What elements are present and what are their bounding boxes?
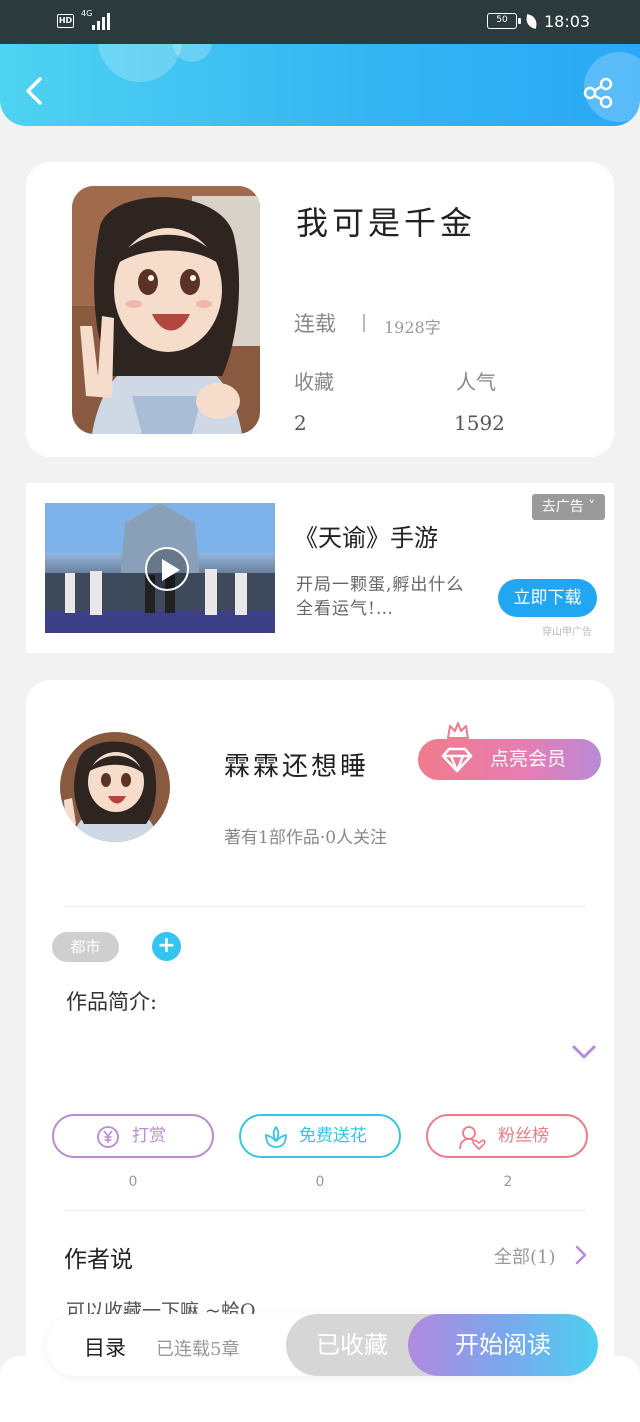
book-title: 我可是千金 [296,204,477,242]
add-tag-button[interactable]: + [152,932,181,961]
author-card: 霖霖还想睡 点亮会员 著有1部作品·0人关注 都市 + 作品简介: 打赏 免费送… [26,680,614,1380]
chevron-down-icon[interactable] [572,1044,596,1060]
send-flower-label: 免费送花 [299,1126,367,1146]
anime-girl-illustration [72,186,260,434]
divider [66,1210,586,1211]
ad-title: 《天谕》手游 [294,524,438,552]
remove-ad-button[interactable]: 去广告 ˅ [532,494,605,520]
intro-label: 作品简介: [66,990,158,1014]
play-icon[interactable] [145,547,189,591]
flower-count: 0 [315,1174,325,1190]
vip-button[interactable]: 点亮会员 [418,739,601,780]
network-type: 4G [81,9,93,18]
decor-bubble [98,44,182,82]
back-button[interactable] [18,74,52,108]
diamond-icon [441,747,473,773]
signal-icon [92,12,114,30]
chevron-right-icon[interactable] [575,1245,587,1265]
leaf-icon [524,14,539,29]
genre-tag[interactable]: 都市 [52,932,119,962]
book-cover[interactable] [72,186,260,434]
battery-icon: 50 [487,13,521,29]
all-comments-link[interactable]: 全部(1) [494,1243,556,1269]
reward-count: 0 [128,1174,138,1190]
favorites-label: 收藏 [294,370,334,394]
fans-count: 2 [503,1174,513,1190]
share-button[interactable] [580,74,618,112]
fans-ranking-label: 粉丝榜 [498,1126,549,1146]
chapter-count: 已连载5章 [156,1339,240,1360]
popularity-value: 1592 [454,411,505,435]
reward-button[interactable]: 打赏 [52,1114,214,1158]
fans-icon [459,1126,486,1151]
popularity-label: 人气 [456,370,496,394]
reward-label: 打赏 [132,1126,166,1146]
download-button[interactable]: 立即下载 [498,579,597,617]
divider [66,906,586,907]
ad-description: 开局一颗蛋,孵出什么全看运气!… [296,575,465,619]
top-header [0,44,640,126]
decor-bubble [172,44,212,62]
clock: 18:03 [544,12,591,31]
author-name: 霖霖还想睡 [224,752,370,782]
crown-icon [447,722,469,739]
divider [363,314,365,332]
author-says-label: 作者说 [64,1247,133,1273]
hd-indicator: HD [57,14,74,28]
share-icon [583,77,613,109]
avatar[interactable] [60,732,170,842]
ad-source: 穿山甲广告 [542,627,592,638]
word-count: 1928字 [384,318,441,337]
flower-icon [265,1126,287,1148]
send-flower-button[interactable]: 免费送花 [239,1114,401,1158]
yen-icon [97,1126,119,1148]
favorites-value: 2 [294,411,307,435]
ad-banner[interactable]: 去广告 ˅ 《天谕》手游 开局一颗蛋,孵出什么全看运气!… 立即下载 穿山甲广告 [26,483,614,653]
ad-video-thumbnail[interactable] [45,503,275,633]
avatar-illustration [60,732,170,842]
chevron-left-icon [26,77,42,105]
book-info-card: 我可是千金 连载 1928字 收藏 人气 2 1592 [26,162,614,457]
author-works-info: 著有1部作品·0人关注 [224,828,388,848]
fans-ranking-button[interactable]: 粉丝榜 [426,1114,588,1158]
vip-label: 点亮会员 [490,748,567,770]
table-of-contents-button[interactable]: 目录 [84,1332,126,1362]
start-reading-button[interactable]: 开始阅读 [408,1314,598,1376]
bottom-action-bar: 目录 已连载5章 已收藏 开始阅读 [46,1314,598,1376]
book-status: 连载 [294,312,336,336]
status-bar: HD 4G 50 18:03 [0,0,640,44]
